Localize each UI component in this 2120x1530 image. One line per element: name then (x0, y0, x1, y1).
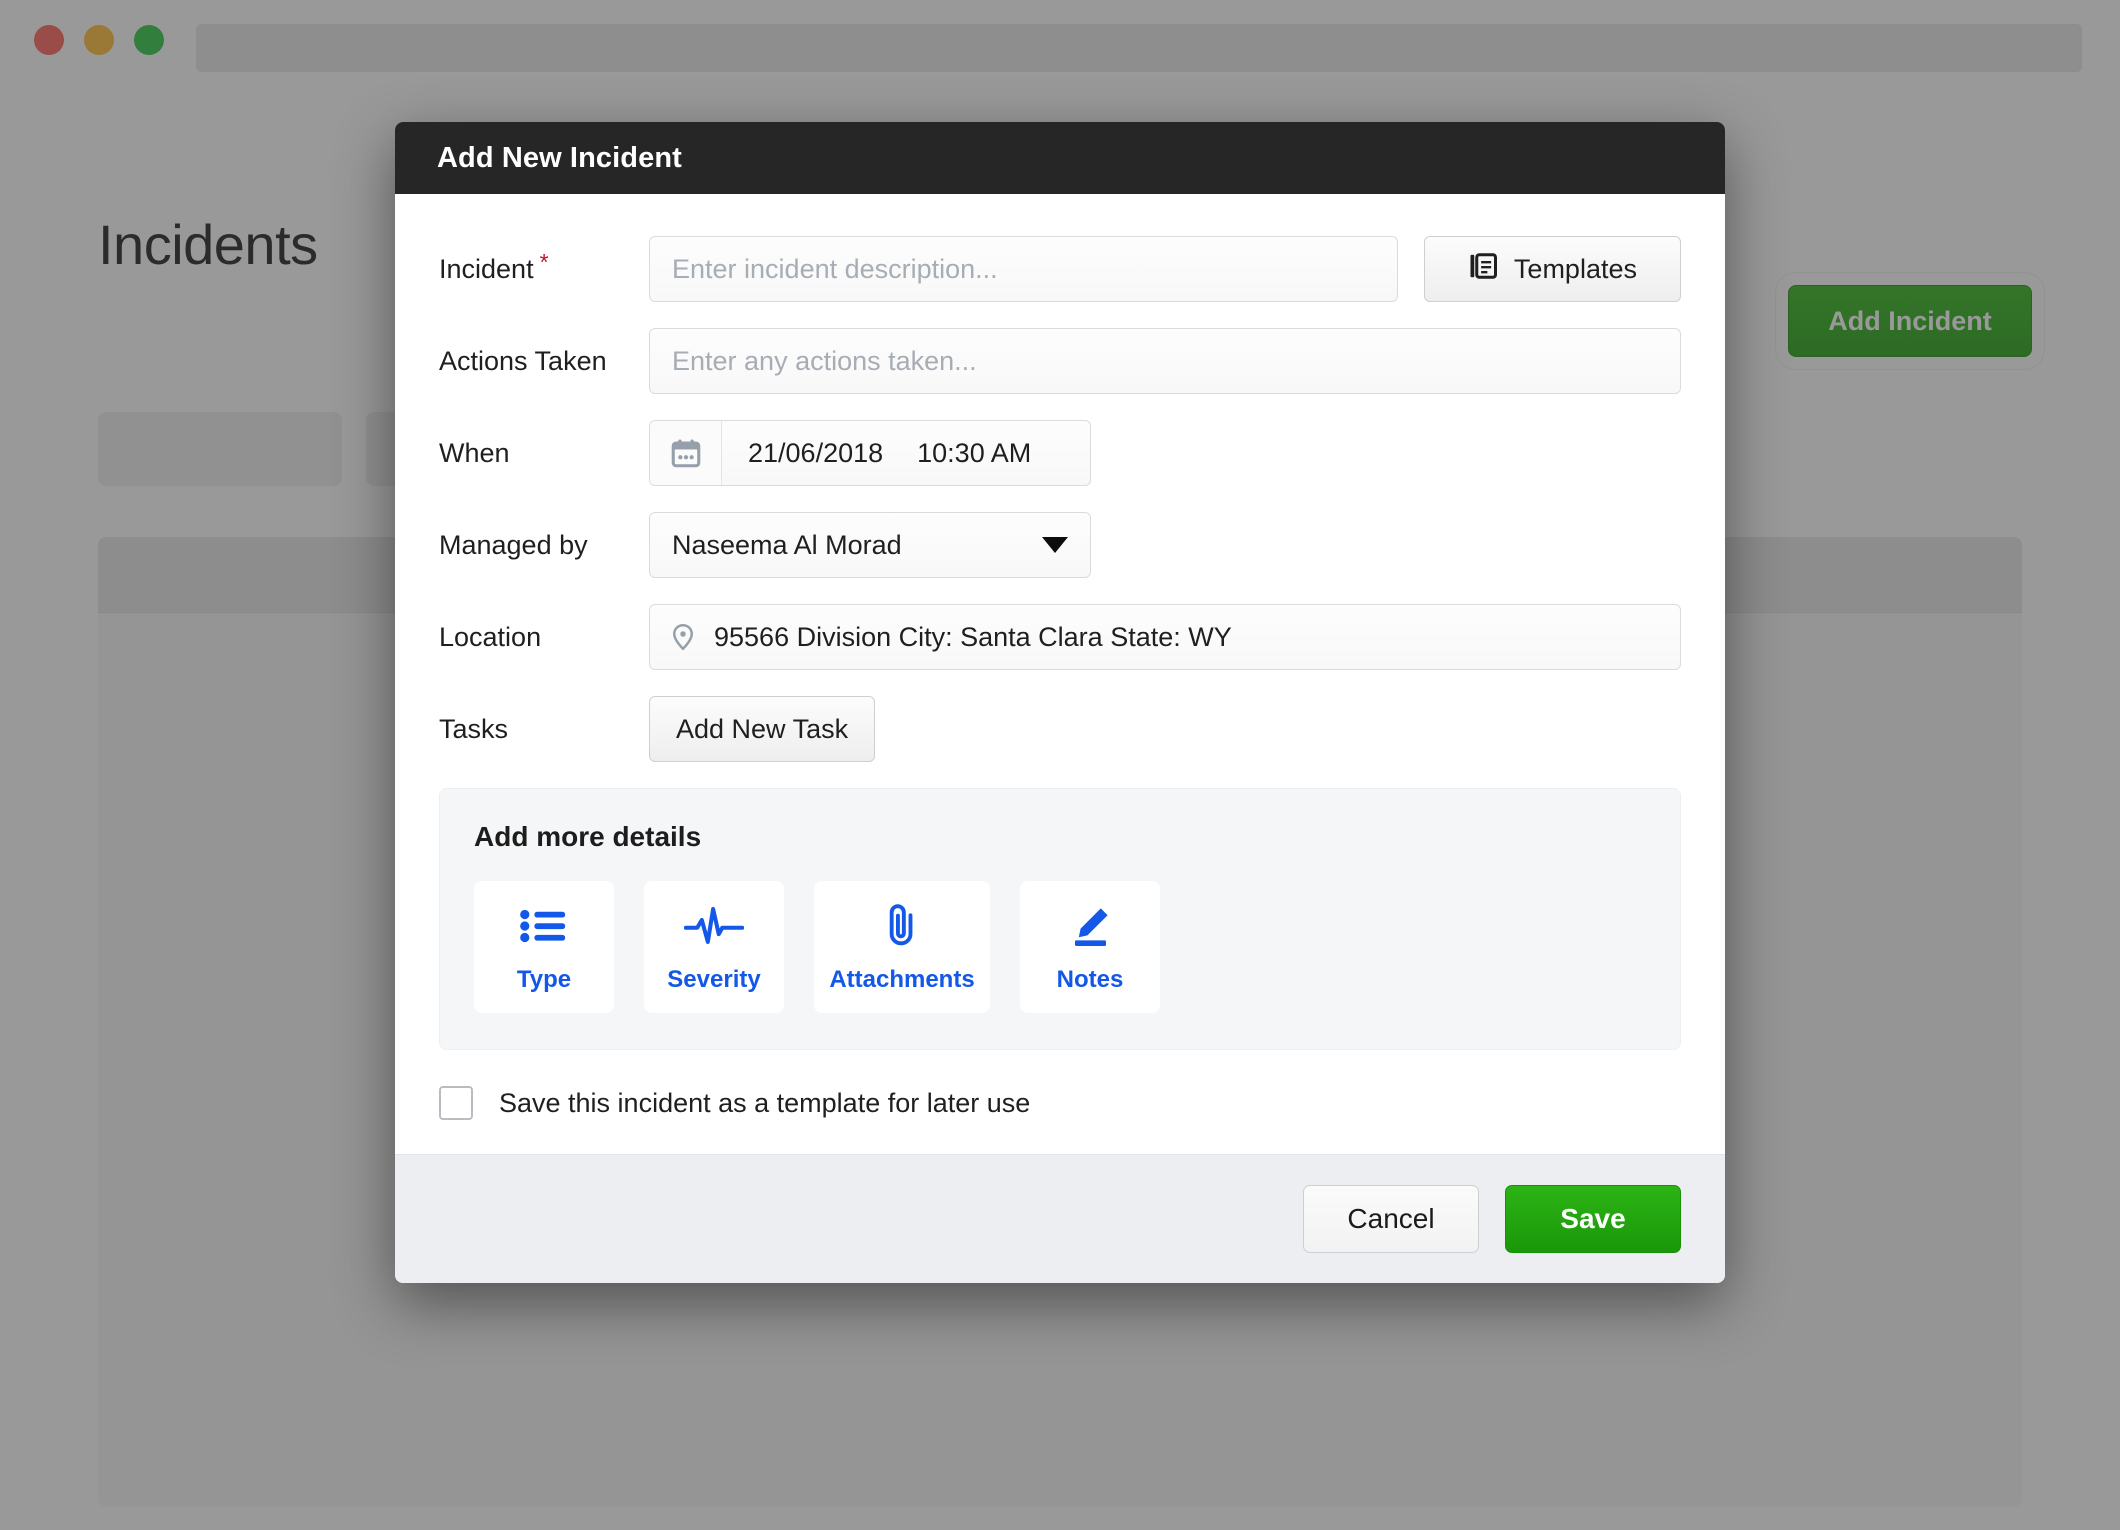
managed-by-label: Managed by (439, 529, 588, 560)
when-datetime-picker[interactable]: 21/06/2018 10:30 AM (649, 420, 1091, 486)
actions-taken-label: Actions Taken (439, 345, 607, 376)
incident-row: Incident * Enter incident description...… (439, 236, 1681, 302)
cancel-button[interactable]: Cancel (1303, 1185, 1479, 1253)
location-value: 95566 Division City: Santa Clara State: … (714, 621, 1232, 652)
add-new-incident-dialog: Add New Incident Incident * Enter incide… (395, 122, 1725, 1283)
when-values: 21/06/2018 10:30 AM (722, 421, 1090, 485)
detail-card-list: Type Severity Attachments Notes (474, 881, 1646, 1013)
detail-card-label: Severity (667, 966, 761, 993)
list-icon (519, 900, 569, 952)
when-date-value[interactable]: 21/06/2018 (748, 438, 883, 469)
detail-card-label: Type (516, 966, 572, 993)
managed-by-value: Naseema Al Morad (672, 529, 902, 560)
location-row: Location 95566 Division City: Santa Clar… (439, 604, 1681, 670)
actions-taken-input[interactable]: Enter any actions taken... (649, 328, 1681, 394)
detail-card-label: Attachments (829, 966, 975, 993)
managed-by-row: Managed by Naseema Al Morad (439, 512, 1681, 578)
templates-button[interactable]: Templates (1423, 236, 1681, 302)
save-as-template-row: Save this incident as a template for lat… (439, 1050, 1681, 1154)
when-label: When (439, 437, 510, 468)
location-input[interactable]: 95566 Division City: Santa Clara State: … (649, 604, 1681, 670)
dialog-body: Incident * Enter incident description...… (395, 194, 1725, 1154)
add-more-details-panel: Add more details Type Severity Attachmen… (439, 788, 1681, 1050)
library-icon (1468, 251, 1498, 288)
pencil-icon (1066, 900, 1114, 952)
paperclip-icon (881, 900, 923, 952)
templates-button-label: Templates (1513, 253, 1637, 284)
when-time-value[interactable]: 10:30 AM (917, 438, 1031, 469)
calendar-icon (650, 421, 722, 485)
detail-card-label: Notes (1056, 966, 1124, 993)
dialog-header: Add New Incident (395, 122, 1725, 194)
pulse-icon (684, 900, 744, 952)
save-button[interactable]: Save (1505, 1185, 1681, 1253)
dialog-footer: Cancel Save (395, 1154, 1725, 1283)
when-row: When 21/06/2018 10:30 AM (439, 420, 1681, 486)
detail-card-notes[interactable]: Notes (1020, 881, 1160, 1013)
incident-input[interactable]: Enter incident description... (649, 236, 1398, 302)
detail-card-severity[interactable]: Severity (644, 881, 784, 1013)
add-more-details-title: Add more details (474, 821, 702, 852)
chevron-down-icon (1042, 537, 1068, 553)
required-asterisk: * (539, 248, 549, 275)
location-label: Location (439, 621, 542, 652)
detail-card-type[interactable]: Type (474, 881, 614, 1013)
incident-label: Incident * (439, 250, 649, 284)
dialog-title: Add New Incident (437, 141, 682, 174)
tasks-row: Tasks Add New Task (439, 696, 1681, 762)
add-new-task-button[interactable]: Add New Task (649, 696, 876, 762)
save-as-template-label: Save this incident as a template for lat… (499, 1087, 1031, 1118)
detail-card-attachments[interactable]: Attachments (814, 881, 990, 1013)
managed-by-select[interactable]: Naseema Al Morad (649, 512, 1091, 578)
incident-label-text: Incident (439, 253, 534, 284)
actions-taken-row: Actions Taken Enter any actions taken... (439, 328, 1681, 394)
save-as-template-checkbox[interactable] (439, 1086, 473, 1120)
map-pin-icon (668, 622, 698, 652)
tasks-label: Tasks (439, 713, 509, 744)
